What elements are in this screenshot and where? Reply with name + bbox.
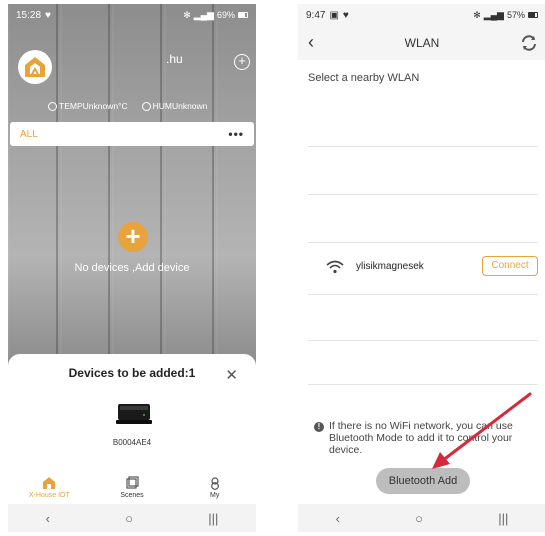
- nav-back-icon[interactable]: ‹: [336, 511, 340, 526]
- list-divider: [308, 384, 538, 385]
- plank-line: [212, 4, 214, 364]
- nav-home-icon[interactable]: ○: [125, 511, 133, 526]
- sheet-title: Devices to be added:1: [68, 366, 196, 380]
- tab-label: My: [210, 491, 220, 499]
- bottom-tab-bar: X-House IOT Scenes My: [8, 470, 256, 504]
- temperature-label: TEMPUnknown°C: [59, 101, 128, 111]
- wifi-icon: [326, 260, 344, 274]
- nav-home-icon[interactable]: ○: [415, 511, 423, 526]
- status-bar: 15:28 ♥ ✻ ▂▄▆ 69%: [8, 4, 256, 26]
- wlan-screen: 9:47 ▣ ♥ ✻ ▂▄▆ 57% ‹ WLAN Select a nearb…: [298, 4, 545, 532]
- network-list-item[interactable]: ylisikmagnesek Connect: [298, 254, 545, 280]
- nav-back-icon[interactable]: ‹: [46, 511, 50, 526]
- plank-line: [108, 4, 110, 364]
- system-nav-bar: ‹ ○ |||: [298, 504, 545, 532]
- network-ssid: ylisikmagnesek: [356, 261, 424, 272]
- shield-icon: ♥: [45, 9, 51, 21]
- wlan-subtitle: Select a nearby WLAN: [308, 72, 420, 84]
- scenes-icon: [126, 475, 139, 489]
- tab-home[interactable]: X-House IOT: [8, 470, 91, 504]
- gallery-icon: ▣: [329, 9, 339, 21]
- tab-label: X-House IOT: [28, 491, 70, 499]
- red-arrow-annotation: [432, 392, 532, 469]
- humidity-icon: [141, 101, 151, 111]
- add-circle-icon[interactable]: +: [234, 54, 250, 70]
- plank-line: [56, 4, 58, 364]
- device-id-label: B0004AE4: [112, 438, 152, 447]
- add-device-button[interactable]: +: [118, 222, 148, 252]
- home-icon: [43, 476, 56, 489]
- list-divider: [308, 294, 538, 295]
- signal-icon: ▂▄▆: [193, 9, 214, 20]
- battery-percent: 69%: [216, 10, 235, 20]
- thermometer-icon: [48, 101, 57, 111]
- page-title: WLAN: [404, 36, 440, 50]
- account-domain: .hu: [166, 52, 183, 66]
- filter-all-tab[interactable]: ALL: [20, 129, 38, 140]
- list-divider: [308, 194, 538, 195]
- tab-scenes[interactable]: Scenes: [91, 470, 174, 504]
- status-time: 9:47: [306, 9, 326, 21]
- tab-my[interactable]: My: [173, 470, 256, 504]
- list-divider: [308, 242, 538, 243]
- xhouse-home-screen: 15:28 ♥ ✻ ▂▄▆ 69% .hu + TEMPUnknown°C HU…: [8, 4, 256, 532]
- house-logo-icon: [25, 57, 45, 77]
- back-arrow-icon[interactable]: ‹: [308, 32, 314, 53]
- more-options-icon[interactable]: •••: [228, 127, 244, 141]
- close-icon[interactable]: ✕: [225, 366, 238, 384]
- list-divider: [308, 340, 538, 341]
- battery-icon: [528, 12, 538, 18]
- status-time: 15:28: [16, 9, 42, 21]
- plank-line: [160, 4, 162, 364]
- empty-state-text[interactable]: No devices ,Add device: [8, 262, 256, 274]
- router-device-icon[interactable]: [114, 400, 154, 428]
- wlan-header: ‹ WLAN: [298, 26, 545, 60]
- signal-icon: ▂▄▆: [483, 9, 504, 20]
- tab-label: Scenes: [120, 491, 144, 499]
- battery-percent: 57%: [506, 10, 525, 20]
- list-divider: [308, 146, 538, 147]
- system-nav-bar: ‹ ○ |||: [8, 504, 256, 532]
- connect-button[interactable]: Connect: [482, 256, 538, 276]
- nav-recents-icon[interactable]: |||: [498, 511, 508, 526]
- humidity-label: HUMUnknown: [152, 101, 208, 111]
- room-filter-bar[interactable]: ALL •••: [10, 122, 254, 146]
- app-logo: [18, 50, 52, 84]
- refresh-icon[interactable]: [520, 34, 538, 52]
- user-icon: [210, 476, 219, 490]
- status-bar: 9:47 ▣ ♥ ✻ ▂▄▆ 57%: [298, 4, 545, 26]
- shield-icon: ♥: [342, 9, 349, 21]
- environment-row: TEMPUnknown°C HUMUnknown: [48, 101, 207, 111]
- info-icon: !: [314, 422, 324, 432]
- bluetooth-icon: ✻: [473, 9, 481, 20]
- nav-recents-icon[interactable]: |||: [208, 511, 218, 526]
- bluetooth-icon: ✻: [183, 9, 191, 20]
- battery-icon: [238, 12, 248, 18]
